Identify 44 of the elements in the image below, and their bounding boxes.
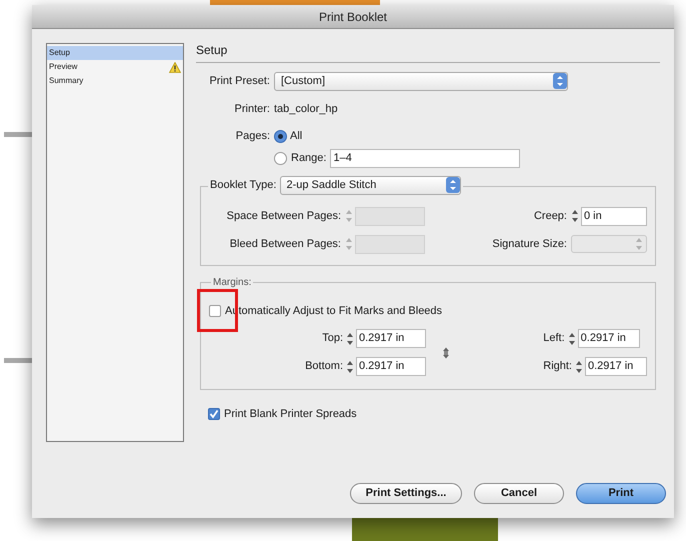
- sidebar-item[interactable]: Preview: [47, 60, 183, 74]
- dialog-button[interactable]: Cancel: [474, 483, 564, 504]
- radio-button[interactable]: [274, 152, 287, 164]
- printer-name: tab_color_hp: [274, 102, 338, 116]
- print-preset-dropdown[interactable]: [Custom]: [274, 72, 568, 90]
- window-title: Print Booklet: [318, 8, 388, 26]
- stepper-icon[interactable]: [575, 360, 583, 374]
- field-label: Printer:: [234, 102, 270, 116]
- field-label: Print Preset:: [208, 74, 270, 89]
- range-field[interactable]: 1–4: [330, 148, 520, 168]
- field-label: Space Between Pages:: [226, 208, 341, 224]
- section-title: Setup: [196, 43, 228, 57]
- sidebar-item[interactable]: Summary: [47, 74, 183, 88]
- radio-label: Range:: [291, 150, 326, 166]
- radio-label: All: [290, 129, 302, 144]
- radio-button[interactable]: [274, 130, 287, 143]
- field-label: Top:: [321, 331, 343, 346]
- number-field[interactable]: 0.2917 in: [585, 357, 647, 376]
- field-label: Right:: [543, 359, 572, 374]
- checkbox-label: Print Blank Printer Spreads: [224, 406, 357, 422]
- dialog-button[interactable]: Print Settings...: [350, 483, 462, 504]
- stepper-icon[interactable]: [346, 332, 354, 346]
- number-field[interactable]: 0.2917 in: [578, 329, 640, 348]
- field-label: Bleed Between Pages:: [228, 236, 341, 252]
- stepper-icon[interactable]: [346, 360, 354, 374]
- field-label: Signature Size:: [491, 236, 567, 252]
- booklet-type-dropdown[interactable]: 2-up Saddle Stitch: [280, 176, 462, 194]
- checkbox[interactable]: [209, 304, 221, 317]
- warning-icon: [169, 62, 181, 72]
- dropdown-arrows-icon: [553, 73, 567, 89]
- group-label: Booklet Type:: [210, 178, 276, 193]
- number-field[interactable]: 0.2917 in: [356, 357, 426, 376]
- stepper-icon[interactable]: [571, 209, 579, 223]
- checkbox[interactable]: [208, 408, 220, 420]
- number-field[interactable]: 0 in: [581, 206, 647, 226]
- default-button[interactable]: Print: [576, 483, 666, 504]
- field-label: Creep:: [532, 208, 567, 224]
- field-label: Pages:: [234, 129, 270, 144]
- group-label: Margins:: [211, 274, 254, 290]
- field-label: Left:: [543, 331, 565, 346]
- field-label: Bottom:: [304, 359, 343, 374]
- sidebar-item[interactable]: Setup: [47, 46, 183, 60]
- number-field[interactable]: 0.2917 in: [356, 329, 426, 348]
- dropdown-arrows-icon: [446, 177, 460, 193]
